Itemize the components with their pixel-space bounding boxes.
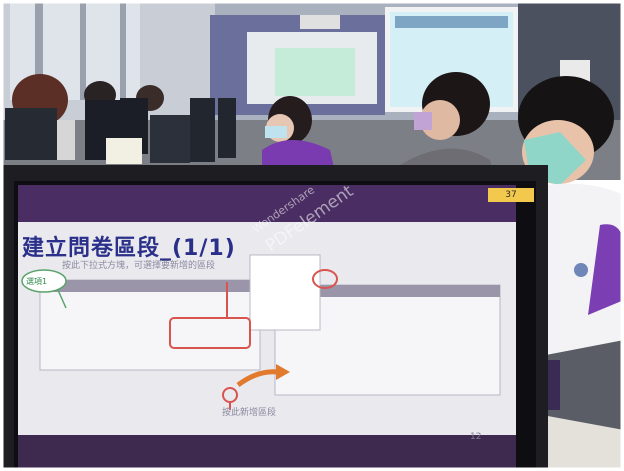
slide-subtitle: 按此下拉式方塊，可選擇要新增的區段	[62, 261, 216, 271]
slide-bubble-label: 選項1	[26, 277, 48, 286]
classroom-photo: 37 建立問卷區段_(1/1) 按此下拉式方塊，可選擇要新增的區段 選項1 按此…	[0, 0, 624, 471]
slide-bottom-note: 按此新增區段	[222, 408, 277, 418]
slide-page-number: 12	[470, 432, 482, 442]
monitor-number-tag: 37	[488, 188, 534, 202]
